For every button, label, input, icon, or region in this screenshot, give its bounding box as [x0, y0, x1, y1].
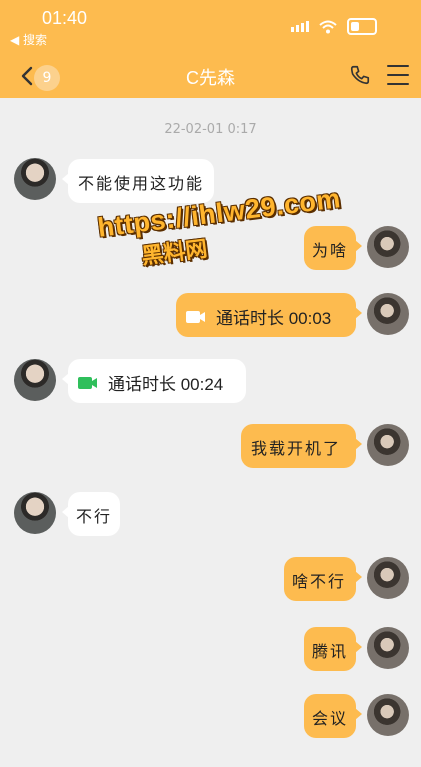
my-avatar[interactable] — [367, 557, 409, 599]
message-bubble[interactable]: 不行 — [62, 492, 120, 536]
message-text: 啥不行 — [292, 572, 347, 591]
message-text: 不能使用这功能 — [78, 174, 205, 193]
status-time: 01:40 — [42, 8, 88, 28]
video-call-icon — [186, 310, 205, 323]
my-avatar[interactable] — [367, 627, 409, 669]
my-avatar[interactable] — [367, 226, 409, 268]
back-to-search-link[interactable]: ◀ 搜索 — [10, 31, 47, 48]
contact-avatar[interactable] — [14, 492, 56, 534]
message-text: 不行 — [76, 507, 113, 526]
message-timestamp: 22-02-01 0:17 — [164, 122, 257, 137]
wifi-icon — [319, 20, 337, 33]
chat-nav: 9 C先森 — [0, 56, 421, 96]
message-text: 我载开机了 — [251, 439, 342, 458]
battery-icon — [347, 18, 377, 35]
message-bubble[interactable]: 我载开机了 — [241, 424, 362, 468]
message-bubble[interactable]: 会议 — [304, 694, 362, 738]
message-text: 会议 — [312, 709, 349, 728]
my-avatar[interactable] — [367, 424, 409, 466]
header-bar: 01:40 ◀ 搜索 9 C先森 — [0, 0, 421, 98]
message-bubble[interactable]: 腾讯 — [304, 627, 362, 671]
contact-avatar[interactable] — [14, 359, 56, 401]
menu-icon[interactable] — [387, 65, 409, 85]
call-duration-text: 通话时长 00:03 — [216, 309, 332, 328]
my-avatar[interactable] — [367, 293, 409, 335]
video-call-icon — [78, 376, 97, 389]
signal-icon — [291, 21, 309, 32]
my-avatar[interactable] — [367, 694, 409, 736]
message-text: 腾讯 — [312, 642, 349, 661]
contact-avatar[interactable] — [14, 158, 56, 200]
status-icons — [291, 18, 377, 35]
call-duration-text: 通话时长 00:24 — [108, 375, 224, 394]
phone-icon[interactable] — [349, 64, 371, 86]
call-record-bubble[interactable]: 通话时长 00:24 — [62, 359, 246, 403]
call-record-bubble[interactable]: 通话时长 00:03 — [176, 293, 362, 337]
message-bubble[interactable]: 啥不行 — [284, 557, 362, 601]
message-bubble[interactable]: 不能使用这功能 — [61, 159, 215, 203]
